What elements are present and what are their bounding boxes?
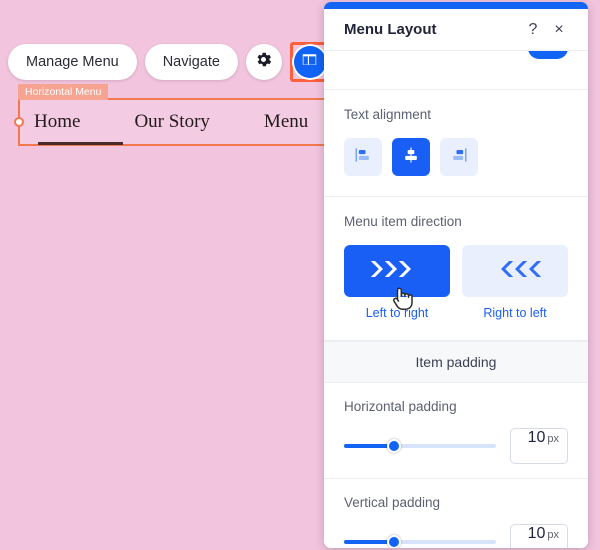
left-to-right-button[interactable] [344, 245, 450, 297]
align-left-button[interactable] [344, 138, 382, 176]
vertical-padding-slider[interactable] [344, 534, 496, 548]
menu-layout-panel: Menu Layout ? × Text alignment Menu item… [324, 2, 588, 548]
menu-item-menu[interactable]: Menu [264, 111, 308, 133]
text-alignment-options [344, 138, 568, 176]
horizontal-padding-unit: px [547, 433, 559, 445]
element-type-badge: Horizontal Menu [18, 84, 109, 100]
navigate-label: Navigate [162, 54, 220, 70]
horizontal-padding-label: Horizontal padding [344, 399, 457, 414]
vertical-padding-control: 10 px [344, 524, 568, 548]
item-padding-header: Item padding [324, 341, 588, 383]
horizontal-padding-control: 10 px [344, 428, 568, 464]
vertical-padding-label: Vertical padding [344, 495, 441, 510]
toggle-switch-partial[interactable] [528, 51, 568, 59]
text-alignment-section: Text alignment [324, 90, 588, 197]
gear-icon [254, 50, 273, 74]
close-icon[interactable]: × [546, 17, 572, 43]
chevrons-right-icon [369, 258, 425, 285]
align-right-button[interactable] [440, 138, 478, 176]
align-center-button[interactable] [392, 138, 430, 176]
layout-button-inner [293, 46, 326, 78]
right-to-left-button[interactable] [462, 245, 568, 297]
panel-body: Text alignment Menu item direction Left … [324, 51, 588, 548]
direction-option-rtl: Right to left [462, 245, 568, 320]
align-center-icon [401, 145, 421, 170]
left-to-right-label[interactable]: Left to right [366, 306, 429, 320]
text-alignment-label: Text alignment [344, 107, 432, 122]
layout-icon [301, 51, 318, 73]
manage-menu-label: Manage Menu [26, 54, 119, 70]
settings-button[interactable] [245, 44, 282, 80]
panel-accent-bar [324, 2, 588, 9]
horizontal-padding-slider[interactable] [344, 438, 496, 454]
slider-thumb[interactable] [387, 535, 402, 548]
align-right-icon [449, 145, 469, 170]
manage-menu-button[interactable]: Manage Menu [8, 44, 137, 80]
help-icon[interactable]: ? [520, 17, 546, 43]
align-left-icon [353, 145, 373, 170]
navigate-button[interactable]: Navigate [144, 44, 238, 80]
horizontal-padding-input[interactable]: 10 px [510, 428, 568, 464]
right-to-left-label[interactable]: Right to left [483, 306, 546, 320]
direction-option-ltr: Left to right [344, 245, 450, 320]
menu-item-home[interactable]: Home [34, 111, 80, 133]
slider-thumb[interactable] [387, 439, 402, 453]
active-menu-item-underline [38, 142, 123, 145]
horizontal-padding-value: 10 [527, 429, 546, 446]
menu-item-direction-label: Menu item direction [344, 214, 462, 229]
chevrons-left-icon [487, 258, 543, 285]
panel-header: Menu Layout ? × [324, 9, 588, 51]
menu-item-direction-options: Left to right Right to left [344, 245, 568, 320]
floating-toolbar: Manage Menu Navigate [8, 42, 374, 82]
panel-title: Menu Layout [344, 21, 437, 38]
menu-item-our-story[interactable]: Our Story [134, 111, 209, 133]
vertical-padding-value: 10 [527, 525, 546, 542]
vertical-padding-section: Vertical padding 10 px [324, 479, 588, 548]
vertical-padding-unit: px [547, 529, 559, 541]
vertical-padding-input[interactable]: 10 px [510, 524, 568, 548]
horizontal-padding-section: Horizontal padding 10 px [324, 383, 588, 479]
scrolled-toggle-row [324, 51, 588, 90]
menu-item-direction-section: Menu item direction Left to right Right … [324, 197, 588, 341]
